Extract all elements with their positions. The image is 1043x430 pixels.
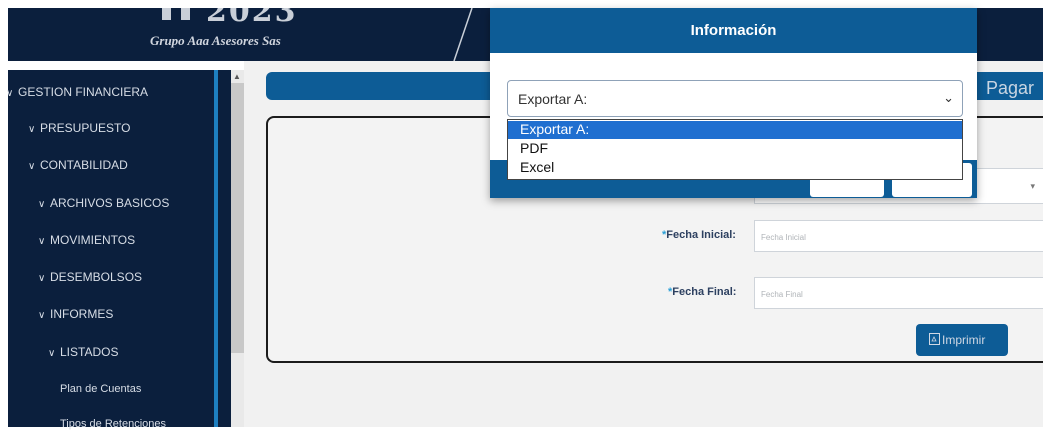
export-select-value: Exportar A: xyxy=(518,91,588,107)
scroll-up-arrow-icon[interactable]: ▲ xyxy=(233,72,241,81)
option-exportar[interactable]: Exportar A: xyxy=(508,121,962,139)
sidebar-item-label: ARCHIVOS BASICOS xyxy=(50,196,170,210)
sidebar-item-label: Tipos de Retenciones xyxy=(60,418,166,430)
chevron-down-icon: ∨ xyxy=(38,310,46,321)
export-options-list: Exportar A: PDF Excel xyxy=(507,119,963,180)
chevron-down-icon: ∨ xyxy=(38,236,46,247)
chevron-down-icon: ∨ xyxy=(28,161,36,172)
company-name: Grupo Aaa Asesores Sas xyxy=(150,33,281,48)
sidebar-item-label: GESTION FINANCIERA xyxy=(18,85,149,99)
print-button[interactable]: Imprimir xyxy=(916,324,1008,356)
sidebar-scrollbar[interactable]: ▲ xyxy=(231,70,244,427)
sidebar-item-archivos-basicos[interactable]: ∨ ARCHIVOS BASICOS xyxy=(38,196,169,210)
sidebar-item-gestion-financiera[interactable]: ∨ GESTION FINANCIERA xyxy=(6,85,148,99)
fecha-inicial-label: *Fecha Inicial: xyxy=(662,229,736,241)
sidebar-item-tipos-de-retenciones[interactable]: Tipos de Retenciones xyxy=(60,418,166,430)
fecha-inicial-input[interactable]: Fecha Inicial xyxy=(754,220,1043,252)
fecha-final-input[interactable]: Fecha Final xyxy=(754,277,1043,309)
logo-year: 2023 xyxy=(206,8,298,29)
sidebar-item-plan-de-cuentas[interactable]: Plan de Cuentas xyxy=(60,383,141,395)
sidebar-item-desembolsos[interactable]: ∨ DESEMBOLSOS xyxy=(38,270,142,284)
sidebar-item-label: MOVIMIENTOS xyxy=(50,233,136,247)
sidebar-item-label: INFORMES xyxy=(50,307,114,321)
chevron-down-icon: ⌄ xyxy=(943,90,954,105)
chevron-down-icon: ∨ xyxy=(38,273,46,284)
sidebar-item-movimientos[interactable]: ∨ MOVIMIENTOS xyxy=(38,233,135,247)
option-pdf[interactable]: PDF xyxy=(508,140,962,158)
sidebar-rail xyxy=(214,70,218,427)
header-divider xyxy=(453,8,473,61)
pdf-icon xyxy=(929,333,940,345)
sidebar-item-presupuesto[interactable]: ∨ PRESUPUESTO xyxy=(28,121,130,135)
sidebar-item-label: Plan de Cuentas xyxy=(60,383,142,395)
sidebar-item-label: DESEMBOLSOS xyxy=(50,270,143,284)
logo-icon xyxy=(162,8,190,20)
sidebar-item-listados[interactable]: ∨ LISTADOS xyxy=(48,345,118,359)
print-button-label: Imprimir xyxy=(942,333,986,347)
page-title: Pagar xyxy=(986,78,1035,98)
sidebar-item-label: PRESUPUESTO xyxy=(40,121,131,135)
sidebar-item-informes[interactable]: ∨ INFORMES xyxy=(38,307,113,321)
chevron-down-icon: ▾ xyxy=(1030,181,1035,191)
sidebar: ∨ GESTION FINANCIERA ∨ PRESUPUESTO ∨ CONTAB… xyxy=(6,70,231,430)
chevron-down-icon: ∨ xyxy=(28,124,36,135)
export-format-select[interactable]: Exportar A: ⌄ xyxy=(507,80,963,117)
sidebar-item-contabilidad[interactable]: ∨ CONTABILIDAD xyxy=(28,158,128,172)
chevron-down-icon: ∨ xyxy=(38,199,46,210)
chevron-down-icon: ∨ xyxy=(48,348,56,359)
fecha-final-label: *Fecha Final: xyxy=(668,286,737,298)
sidebar-item-label: CONTABILIDAD xyxy=(40,158,128,172)
scrollbar-thumb[interactable] xyxy=(231,83,244,353)
option-excel[interactable]: Excel xyxy=(508,159,962,177)
modal-title: Información xyxy=(690,22,777,39)
sidebar-item-label: LISTADOS xyxy=(60,345,119,359)
chevron-down-icon: ∨ xyxy=(6,88,14,99)
